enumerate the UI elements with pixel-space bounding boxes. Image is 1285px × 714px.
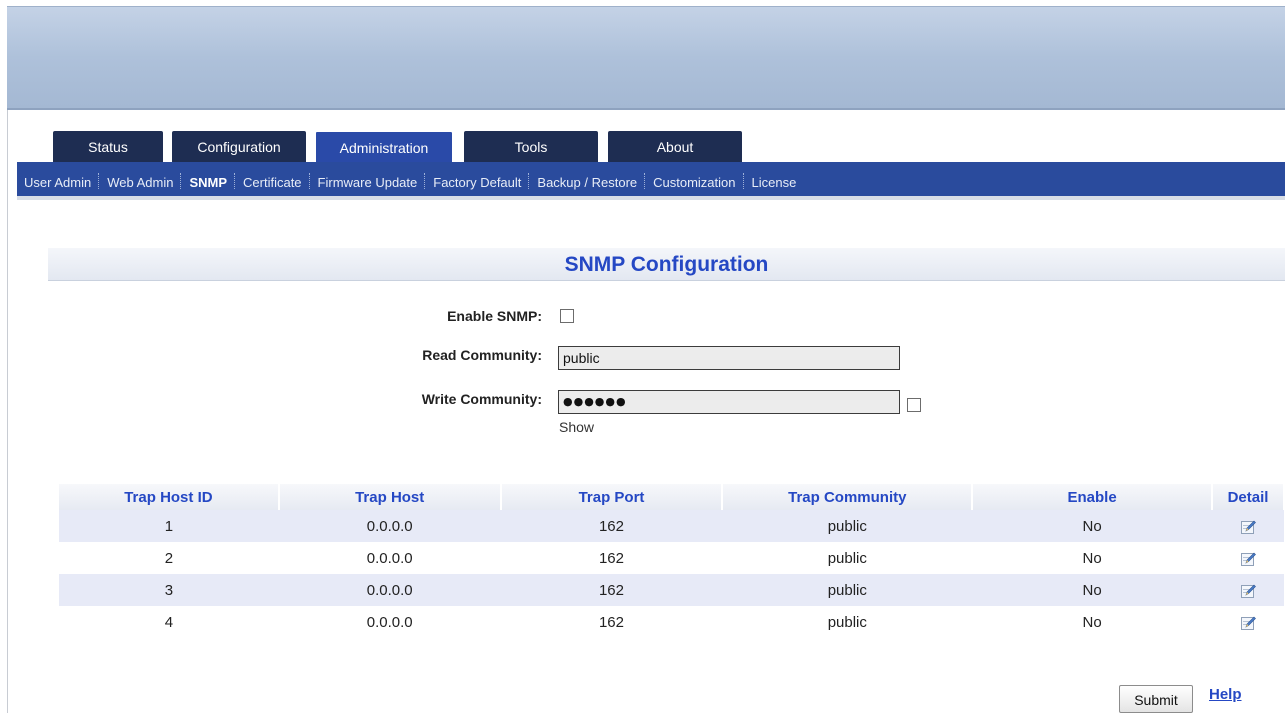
cell-trap-community: public [827, 613, 867, 631]
subnav-certificate[interactable]: Certificate [236, 163, 309, 203]
cell-enable: No [1082, 613, 1102, 631]
show-password-checkbox[interactable] [907, 398, 921, 412]
tab-status[interactable]: Status [53, 131, 163, 162]
read-community-label: Read Community: [422, 347, 542, 363]
cell-trap-port: 162 [500, 510, 723, 542]
col-trap-host-id: Trap Host ID [59, 484, 280, 510]
subnav-separator [180, 173, 182, 190]
cell-detail [1212, 574, 1284, 606]
table-row: 2 0.0.0.0 162 public No [59, 542, 1284, 574]
table-header-row: Trap Host ID Trap Host Trap Port Trap Co… [59, 484, 1285, 510]
cell-trap-host-id: 1 [59, 510, 279, 542]
tab-about[interactable]: About [608, 131, 742, 162]
col-trap-host: Trap Host [278, 484, 502, 510]
write-community-label: Write Community: [421, 391, 542, 407]
subnav-factory-default[interactable]: Factory Default [426, 163, 528, 203]
subnav-separator [98, 173, 100, 190]
subnav-web-admin[interactable]: Web Admin [100, 163, 180, 203]
col-detail: Detail [1212, 484, 1285, 510]
enable-snmp-checkbox[interactable] [560, 309, 574, 323]
submit-button[interactable]: Submit [1119, 685, 1193, 713]
table-row: 1 0.0.0.0 162 public No [59, 510, 1284, 542]
cell-trap-host-id: 3 [59, 574, 279, 606]
subnav-separator [742, 173, 745, 190]
write-community-input[interactable]: ●●●●●● [558, 390, 900, 414]
cell-detail [1212, 606, 1284, 638]
subnav-firmware-update[interactable]: Firmware Update [311, 163, 425, 203]
cell-trap-community: public [722, 574, 973, 606]
table-row: 3 0.0.0.0 162 public No [59, 574, 1284, 606]
table-row: 4 0.0.0.0 162 public No [59, 606, 1284, 638]
cell-detail [1212, 542, 1284, 574]
subnav-license[interactable]: License [745, 163, 804, 203]
cell-trap-port: 162 [500, 574, 723, 606]
show-password-label: Show [559, 419, 595, 435]
col-trap-community: Trap Community [722, 484, 974, 510]
edit-icon[interactable] [1240, 551, 1256, 567]
cell-trap-community: public [827, 549, 867, 567]
cell-trap-host: 0.0.0.0 [278, 510, 501, 542]
col-trap-port: Trap Port [500, 484, 724, 510]
cell-trap-host: 0.0.0.0 [366, 613, 413, 631]
cell-enable: No [972, 574, 1212, 606]
subnav-backup-restore[interactable]: Backup / Restore [530, 163, 644, 203]
edit-icon[interactable] [1240, 519, 1256, 535]
subnav-separator [644, 173, 646, 190]
subnav-separator [234, 173, 236, 190]
read-community-input[interactable]: public [558, 346, 900, 370]
subnav-snmp[interactable]: SNMP [182, 163, 234, 203]
subnav-user-admin[interactable]: User Admin [17, 163, 98, 203]
subnav-customization[interactable]: Customization [646, 163, 742, 203]
header-banner [7, 6, 1285, 110]
subnav-separator [528, 173, 530, 190]
subnav-separator [308, 173, 311, 190]
edit-icon[interactable] [1240, 583, 1256, 599]
edit-icon[interactable] [1240, 615, 1256, 631]
trap-hosts-table: Trap Host ID Trap Host Trap Port Trap Co… [59, 484, 1285, 638]
section-header: SNMP Configuration [48, 248, 1285, 281]
cell-trap-host-id: 4 [164, 613, 174, 631]
subnav-separator [424, 173, 426, 190]
page-left-border [7, 108, 8, 713]
tab-tools[interactable]: Tools [464, 131, 598, 162]
cell-trap-host: 0.0.0.0 [278, 574, 501, 606]
col-enable: Enable [972, 484, 1213, 510]
cell-trap-community: public [722, 510, 973, 542]
cell-trap-port: 162 [598, 613, 624, 631]
enable-snmp-label: Enable SNMP: [447, 308, 542, 324]
cell-enable: No [1082, 549, 1102, 567]
cell-trap-host-id: 2 [164, 549, 174, 567]
tab-administration[interactable]: Administration [315, 131, 453, 162]
page-title: SNMP Configuration [564, 253, 769, 276]
cell-trap-port: 162 [598, 549, 624, 567]
admin-subnav: User Admin Web Admin SNMP Certificate Firmwa… [17, 162, 1285, 200]
help-link[interactable]: Help [1209, 686, 1242, 703]
cell-enable: No [972, 510, 1212, 542]
tab-configuration[interactable]: Configuration [172, 131, 306, 162]
cell-trap-host: 0.0.0.0 [366, 549, 413, 567]
cell-detail [1212, 510, 1284, 542]
